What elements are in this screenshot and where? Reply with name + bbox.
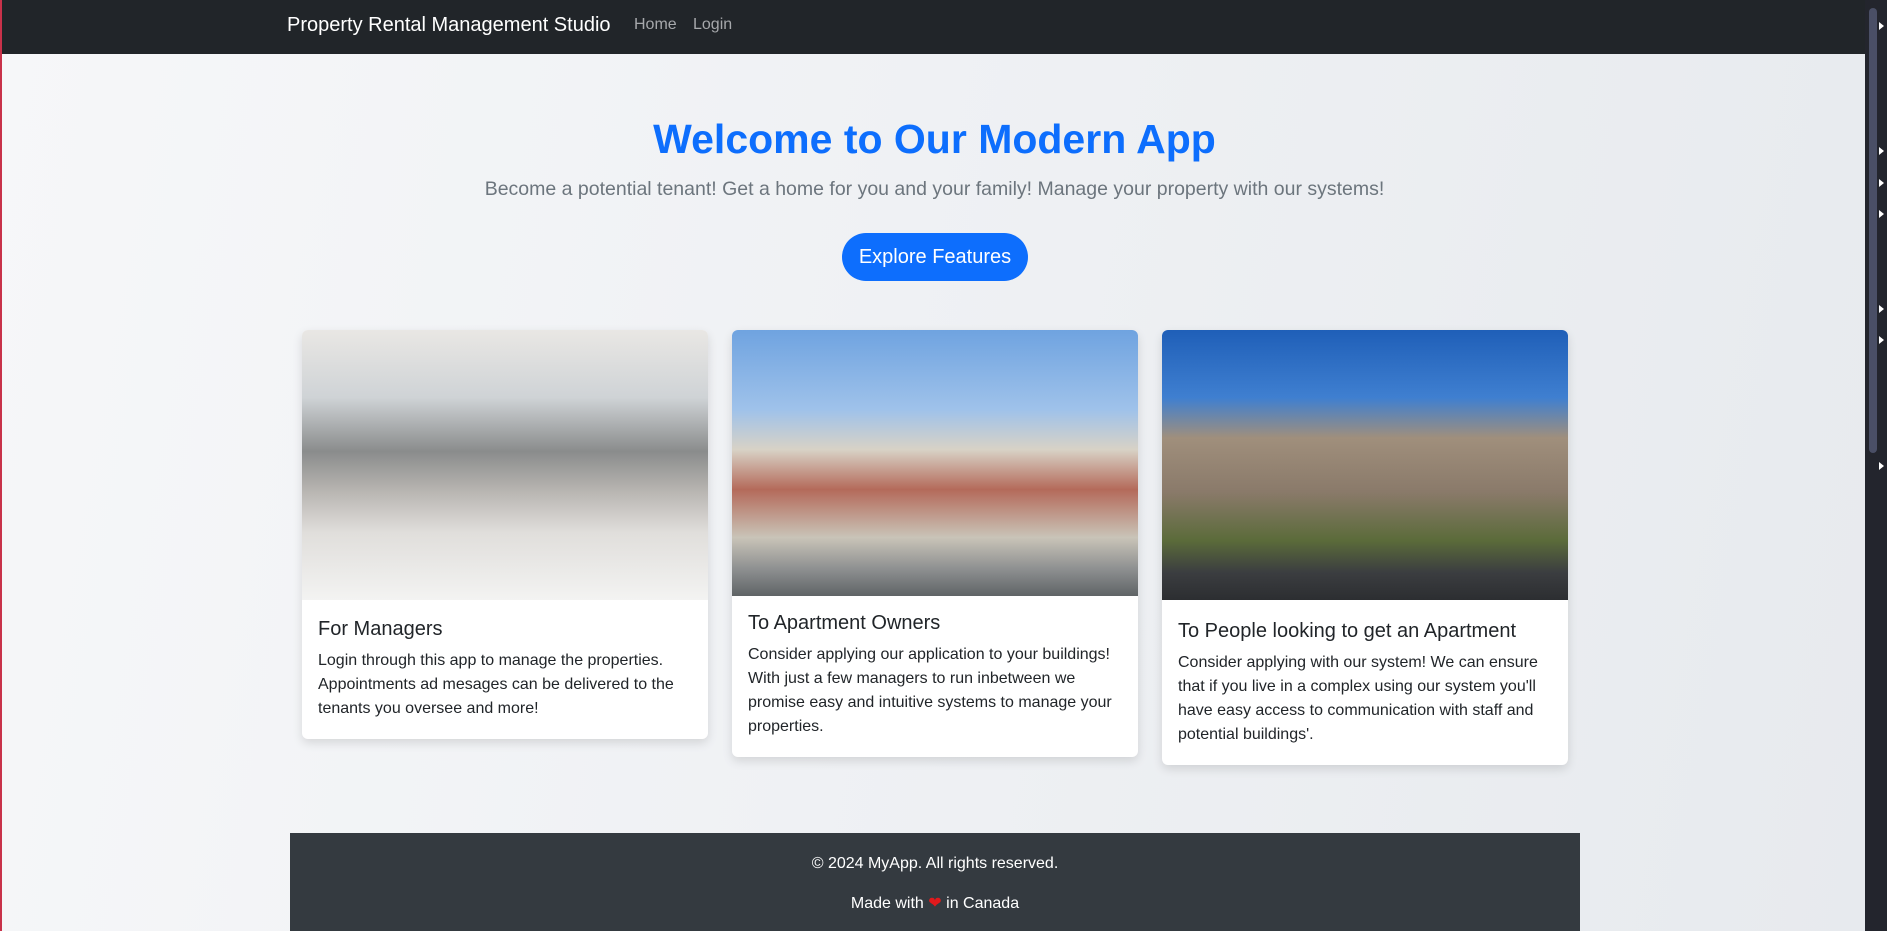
card-title: For Managers bbox=[318, 618, 443, 640]
navbar: Property Rental Management Studio Home L… bbox=[2, 0, 1865, 54]
marker-icon bbox=[1879, 336, 1884, 344]
footer: © 2024 MyApp. All rights reserved. Made … bbox=[290, 833, 1580, 931]
card-image-complex bbox=[1162, 330, 1568, 600]
marker-icon bbox=[1879, 179, 1884, 187]
card-image-building bbox=[732, 330, 1138, 596]
card-image-interior bbox=[302, 330, 708, 600]
made-with-text: Made with bbox=[850, 895, 924, 912]
card-title: To Apartment Owners bbox=[748, 612, 941, 634]
page: Property Rental Management Studio Home L… bbox=[0, 0, 1865, 931]
in-canada-text: in Canada bbox=[946, 895, 1020, 912]
scrollbar[interactable] bbox=[1865, 0, 1887, 931]
card-managers: For Managers Login through this app to m… bbox=[302, 330, 708, 739]
marker-icon bbox=[1879, 22, 1884, 30]
marker-icon bbox=[1879, 305, 1884, 313]
footer-copyright: © 2024 MyApp. All rights reserved. bbox=[811, 855, 1059, 872]
nav-home-link[interactable]: Home bbox=[634, 16, 677, 34]
marker-icon bbox=[1879, 210, 1884, 218]
card-text: Consider applying with our system! We ca… bbox=[1178, 654, 1538, 743]
card-text: Consider applying our application to you… bbox=[748, 646, 1112, 735]
footer-made-with: Made with ❤ in Canada bbox=[290, 893, 1580, 913]
explore-features-button[interactable]: Explore Features bbox=[842, 233, 1028, 281]
card-owners: To Apartment Owners Consider applying ou… bbox=[732, 330, 1138, 757]
card-title: To People looking to get an Apartment bbox=[1178, 620, 1517, 642]
scrollbar-thumb[interactable] bbox=[1869, 8, 1877, 453]
nav-login-link[interactable]: Login bbox=[693, 16, 732, 34]
marker-icon bbox=[1879, 462, 1884, 470]
navbar-brand[interactable]: Property Rental Management Studio bbox=[287, 14, 611, 37]
card-tenants: To People looking to get an Apartment Co… bbox=[1162, 330, 1568, 765]
hero-title: Welcome to Our Modern App bbox=[653, 116, 1216, 162]
hero-subtitle: Become a potential tenant! Get a home fo… bbox=[484, 178, 1385, 200]
heart-icon: ❤ bbox=[928, 895, 942, 912]
marker-icon bbox=[1879, 147, 1884, 155]
card-text: Login through this app to manage the pro… bbox=[318, 652, 674, 717]
